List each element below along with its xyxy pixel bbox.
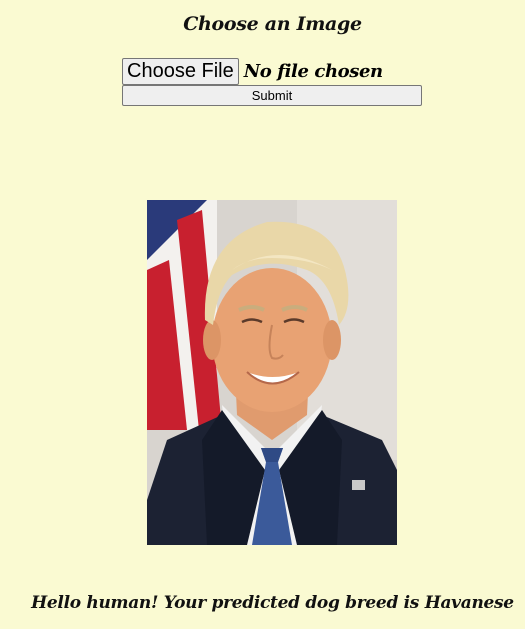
- uploaded-photo: [147, 200, 397, 545]
- page: Choose an Image Choose File No file chos…: [0, 0, 525, 629]
- choose-file-button[interactable]: Choose File: [122, 57, 239, 85]
- submit-button[interactable]: Submit: [122, 85, 422, 106]
- prediction-result: Hello human! Your predicted dog breed is…: [31, 593, 514, 613]
- page-heading: Choose an Image: [183, 13, 362, 35]
- file-status-text: No file chosen: [243, 60, 383, 82]
- file-input[interactable]: Choose File No file chosen: [122, 57, 383, 85]
